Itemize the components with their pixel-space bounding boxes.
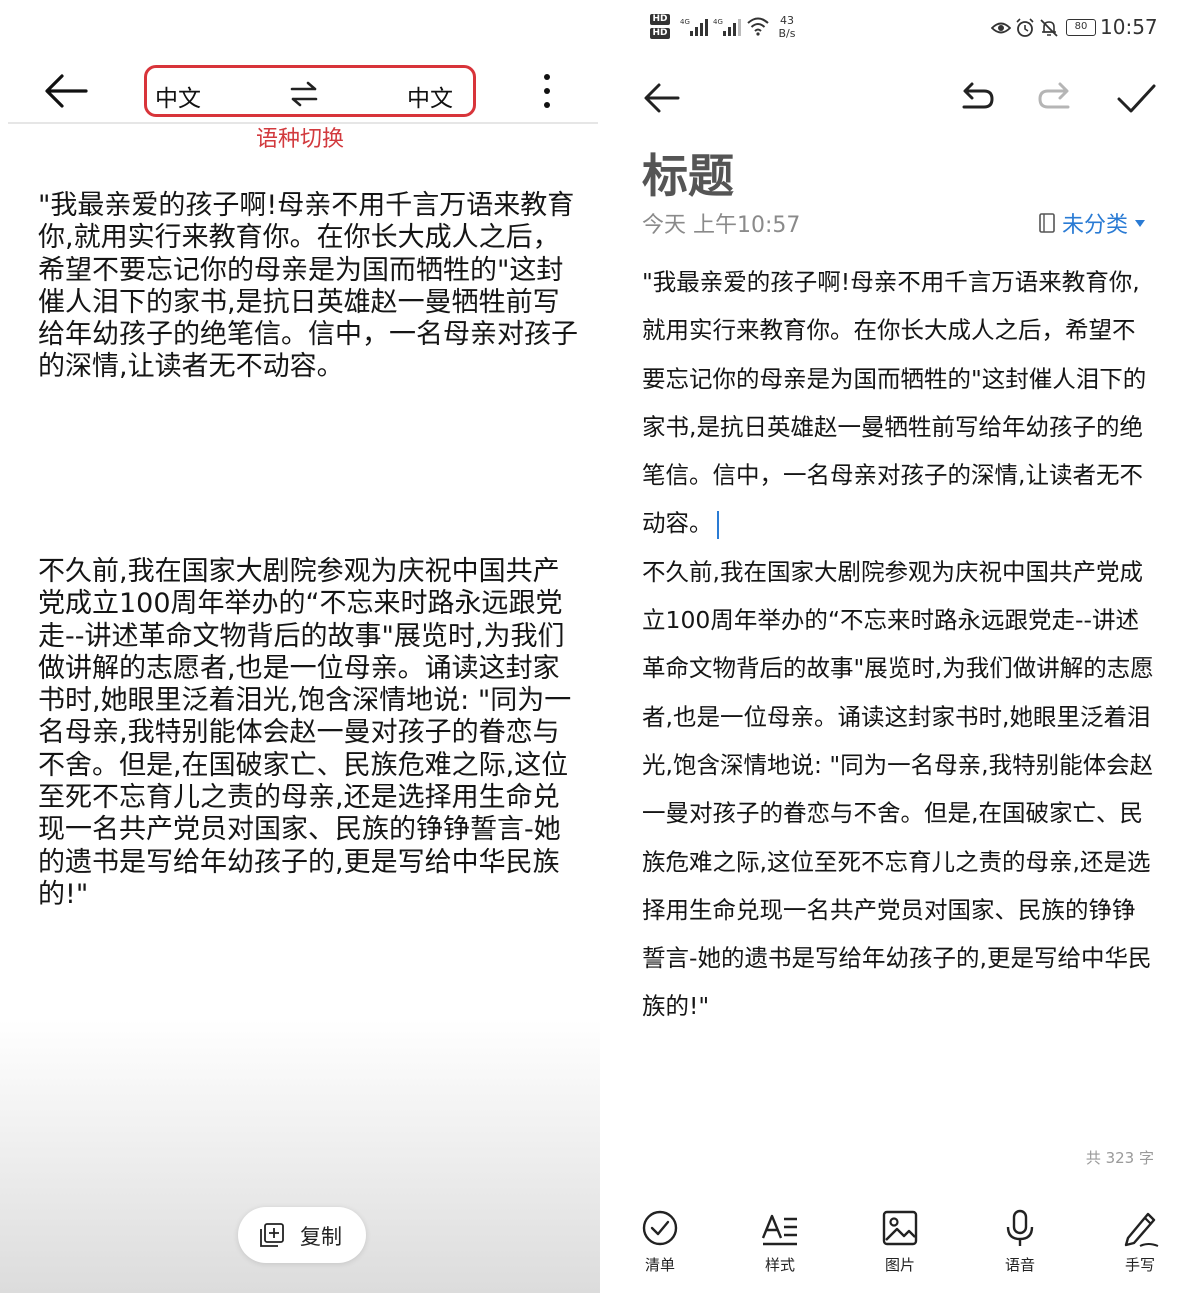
copy-button-label: 复制	[300, 1225, 342, 1249]
style-button[interactable]: 样式	[740, 1200, 820, 1285]
wifi-icon	[747, 17, 769, 36]
svg-text:4G: 4G	[680, 18, 690, 26]
source-language-selector[interactable]: 中文	[155, 79, 201, 113]
handwriting-label: 手写	[1124, 1256, 1155, 1274]
voice-label: 语音	[1004, 1256, 1035, 1274]
category-dropdown[interactable]: 未分类	[1038, 207, 1146, 239]
signal-strength-icon-2: 4G	[713, 18, 741, 36]
more-options-icon[interactable]	[537, 71, 557, 111]
eye-icon	[991, 22, 1011, 34]
target-language-selector[interactable]: 中文	[407, 79, 453, 113]
text-cursor	[716, 510, 719, 539]
back-arrow-icon[interactable]	[638, 74, 686, 122]
translated-paragraph-1: "我最亲爱的孩子啊!母亲不用千言万语来教育你,就用实行来教育你。在你长大成人之后…	[38, 190, 578, 383]
copy-add-icon	[260, 1223, 284, 1247]
style-label: 样式	[764, 1256, 795, 1274]
microphone-icon	[1006, 1209, 1034, 1246]
voice-button[interactable]: 语音	[980, 1200, 1060, 1285]
status-time: 10:57	[1100, 15, 1158, 39]
note-date: 今天 上午10:57	[642, 213, 801, 238]
swap-arrows-icon[interactable]	[289, 81, 319, 107]
copy-button[interactable]: 复制	[238, 1207, 366, 1263]
translation-top-bar: 中文 中文	[0, 55, 600, 123]
handwriting-button[interactable]: 手写	[1100, 1200, 1180, 1285]
note-title[interactable]: 标题	[642, 140, 734, 206]
redo-icon[interactable]	[1032, 74, 1080, 122]
language-switch-annotation: 语种切换	[255, 127, 344, 152]
image-label: 图片	[884, 1256, 915, 1274]
hd-badge-1: HD	[650, 14, 670, 25]
note-toolbar	[600, 70, 1200, 126]
caret-down-icon	[1135, 220, 1146, 227]
translated-paragraph-2: 不久前,我在国家大剧院参观为庆祝中国共产党成立100周年举办的“不忘来时路永远跟…	[38, 556, 572, 910]
checklist-label: 清单	[644, 1256, 675, 1274]
status-bar: HD HD 4G 4G 43 B/s 80 10:57	[600, 0, 1200, 50]
signal-strength-icon: 4G	[680, 18, 708, 36]
note-body-editor[interactable]: "我最亲爱的孩子啊!母亲不用千言万语来教育你,就用实行来教育你。在你长大成人之后…	[642, 258, 1157, 1031]
undo-icon[interactable]	[952, 74, 1000, 122]
language-switcher: 中文 中文	[144, 65, 476, 117]
image-icon	[882, 1210, 918, 1246]
network-speed: 43 B/s	[778, 14, 796, 40]
check-circle-icon	[642, 1210, 678, 1246]
category-label: 未分类	[1062, 213, 1129, 238]
notebook-icon	[1039, 213, 1055, 233]
note-editor-panel: HD HD 4G 4G 43 B/s 80 10:57 标题 今天 上午10:5…	[600, 0, 1200, 1293]
checkmark-save-icon[interactable]	[1112, 74, 1160, 122]
battery-indicator: 80	[1066, 19, 1096, 36]
translation-panel: 中文 中文 语种切换 "我最亲爱的孩子啊!母亲不用千言万语来教育你,就用实行来教…	[0, 0, 600, 1293]
alarm-icon	[1016, 18, 1034, 37]
hd-badges: HD HD	[650, 14, 676, 42]
mute-bell-icon	[1040, 19, 1058, 37]
text-style-icon	[761, 1214, 797, 1246]
pen-icon	[1124, 1212, 1159, 1247]
note-body-paragraph-1: "我最亲爱的孩子啊!母亲不用千言万语来教育你,就用实行来教育你。在你长大成人之后…	[642, 268, 1147, 539]
svg-text:4G: 4G	[713, 18, 723, 26]
image-button[interactable]: 图片	[860, 1200, 940, 1285]
hd-badge-2: HD	[650, 28, 670, 39]
word-count: 共 323 字	[1085, 1149, 1154, 1167]
checklist-button[interactable]: 清单	[620, 1200, 700, 1285]
editor-bottom-toolbar: 清单 样式 图片 语音 手写	[600, 1200, 1200, 1285]
note-body-paragraph-2: 不久前,我在国家大剧院参观为庆祝中国共产党成立100周年举办的“不忘来时路永远跟…	[642, 557, 1154, 1021]
back-arrow-icon[interactable]	[40, 71, 90, 111]
